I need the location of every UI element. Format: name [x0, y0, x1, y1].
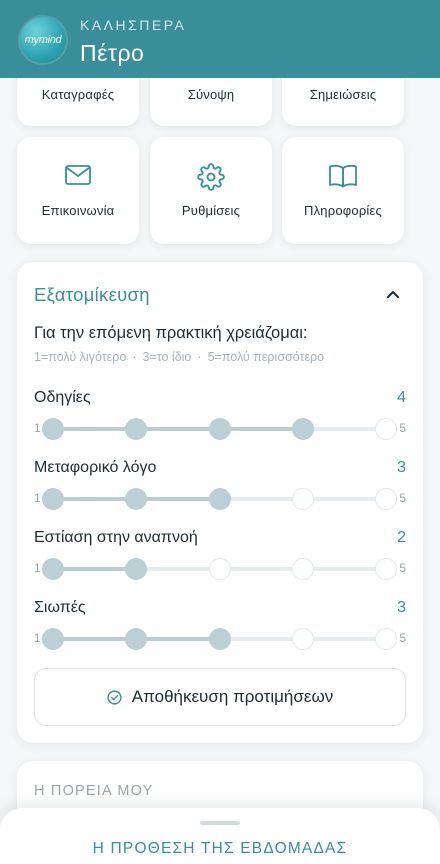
slider-step-3[interactable]: [208, 628, 231, 650]
question-text: Για την επόμενη πρακτική χρειάζομαι:: [34, 324, 308, 342]
scale-min-label: 1: [34, 631, 41, 645]
preference-row: Σιωπές 3 1 5: [34, 599, 406, 659]
book-icon: [328, 163, 358, 189]
user-name: Πέτρο: [80, 40, 145, 66]
app-header: mymind ΚΑΛΗΣΠΕΡΑ Πέτρο: [0, 0, 440, 78]
tile-label: Σημειώσεις: [309, 87, 377, 102]
preference-slider[interactable]: [42, 488, 397, 510]
tile-label: Καταγραφές: [41, 87, 115, 102]
check-circle-icon: [107, 689, 122, 705]
tile-contact[interactable]: Επικοινωνία: [17, 137, 139, 244]
preference-label: Σιωπές: [34, 599, 86, 616]
preference-row: Οδηγίες 4 1 5: [34, 389, 406, 449]
slider-step-1[interactable]: [42, 558, 64, 580]
save-preferences-button[interactable]: Αποθήκευση προτιμήσεων: [34, 668, 406, 726]
preference-row: Εστίαση στην αναπνοή 2 1 5: [34, 529, 406, 589]
slider-step-2[interactable]: [125, 628, 148, 650]
preference-label: Εστίαση στην αναπνοή: [34, 529, 198, 546]
gear-icon: [197, 163, 225, 191]
slider-step-2[interactable]: [125, 418, 148, 440]
scale-max-label: 5: [399, 421, 406, 435]
drag-handle[interactable]: [200, 821, 240, 825]
journey-title: Η ΠΟΡΕΙΑ ΜΟΥ: [34, 783, 154, 799]
slider-step-5[interactable]: [375, 628, 397, 650]
slider-step-4[interactable]: [291, 488, 314, 510]
hint-separator: ·: [132, 350, 137, 364]
preference-value: 4: [397, 389, 406, 406]
preference-slider[interactable]: [42, 558, 397, 580]
scale-max-label: 5: [399, 631, 406, 645]
preference-row: Μεταφορικό λόγο 3 1 5: [34, 459, 406, 519]
preference-value: 3: [397, 599, 406, 616]
tile-label: Επικοινωνία: [41, 203, 115, 218]
tile-settings[interactable]: Ρυθμίσεις: [150, 137, 272, 244]
tile-label: Πληροφορίες: [304, 203, 382, 218]
slider-step-5[interactable]: [375, 488, 397, 510]
scale-min-label: 1: [34, 421, 41, 435]
hint-min: 1=πολύ λιγότερο: [34, 350, 127, 364]
app-logo: mymind: [20, 17, 66, 63]
bottom-sheet[interactable]: Η ΠΡΟΘΕΣΗ ΤΗΣ ΕΒΔΟΜΑΔΑΣ: [0, 808, 440, 864]
scale-min-label: 1: [34, 491, 41, 505]
slider-step-2[interactable]: [125, 488, 148, 510]
hint-max: 5=πολύ περισσότερο: [207, 350, 325, 364]
preference-label: Μεταφορικό λόγο: [34, 459, 157, 476]
bottom-sheet-title: Η ΠΡΟΘΕΣΗ ΤΗΣ ΕΒΔΟΜΑΔΑΣ: [92, 840, 348, 857]
slider-step-4[interactable]: [291, 558, 314, 580]
scale-min-label: 1: [34, 561, 41, 575]
slider-step-1[interactable]: [42, 628, 64, 650]
scale-max-label: 5: [399, 491, 406, 505]
preference-value: 2: [397, 529, 406, 546]
slider-step-3[interactable]: [208, 558, 231, 580]
slider-step-1[interactable]: [42, 488, 64, 510]
slider-step-5[interactable]: [375, 418, 397, 440]
mail-icon: [64, 163, 92, 189]
scale-max-label: 5: [399, 561, 406, 575]
preference-label: Οδηγίες: [34, 389, 91, 406]
tile-label: Σύνοψη: [187, 87, 235, 102]
slider-step-1[interactable]: [42, 418, 64, 440]
hint-mid: 3=το ίδιο: [142, 350, 192, 364]
slider-step-3[interactable]: [208, 488, 231, 510]
slider-step-3[interactable]: [208, 418, 231, 440]
tile-label: Ρυθμίσεις: [181, 203, 241, 218]
slider-step-5[interactable]: [375, 558, 397, 580]
greeting-text: ΚΑΛΗΣΠΕΡΑ: [80, 17, 187, 33]
chevron-up-icon[interactable]: [383, 284, 403, 304]
tile-info[interactable]: Πληροφορίες: [282, 137, 404, 244]
preference-slider[interactable]: [42, 628, 397, 650]
slider-fill: [53, 567, 137, 571]
hint-separator: ·: [197, 350, 202, 364]
save-button-label: Αποθήκευση προτιμήσεων: [131, 687, 334, 706]
card-title: Εξατομίκευση: [34, 284, 150, 305]
scale-hint: 1=πολύ λιγότερο · 3=το ίδιο · 5=πολύ περισσό…: [34, 350, 324, 364]
slider-step-4[interactable]: [291, 418, 314, 440]
slider-step-2[interactable]: [125, 558, 148, 580]
personalization-card: Εξατομίκευση Για την επόμενη πρακτική χρ…: [17, 262, 423, 743]
slider-step-4[interactable]: [291, 628, 314, 650]
preference-slider[interactable]: [42, 418, 397, 440]
slider-fill: [53, 427, 303, 431]
preference-value: 3: [397, 459, 406, 476]
